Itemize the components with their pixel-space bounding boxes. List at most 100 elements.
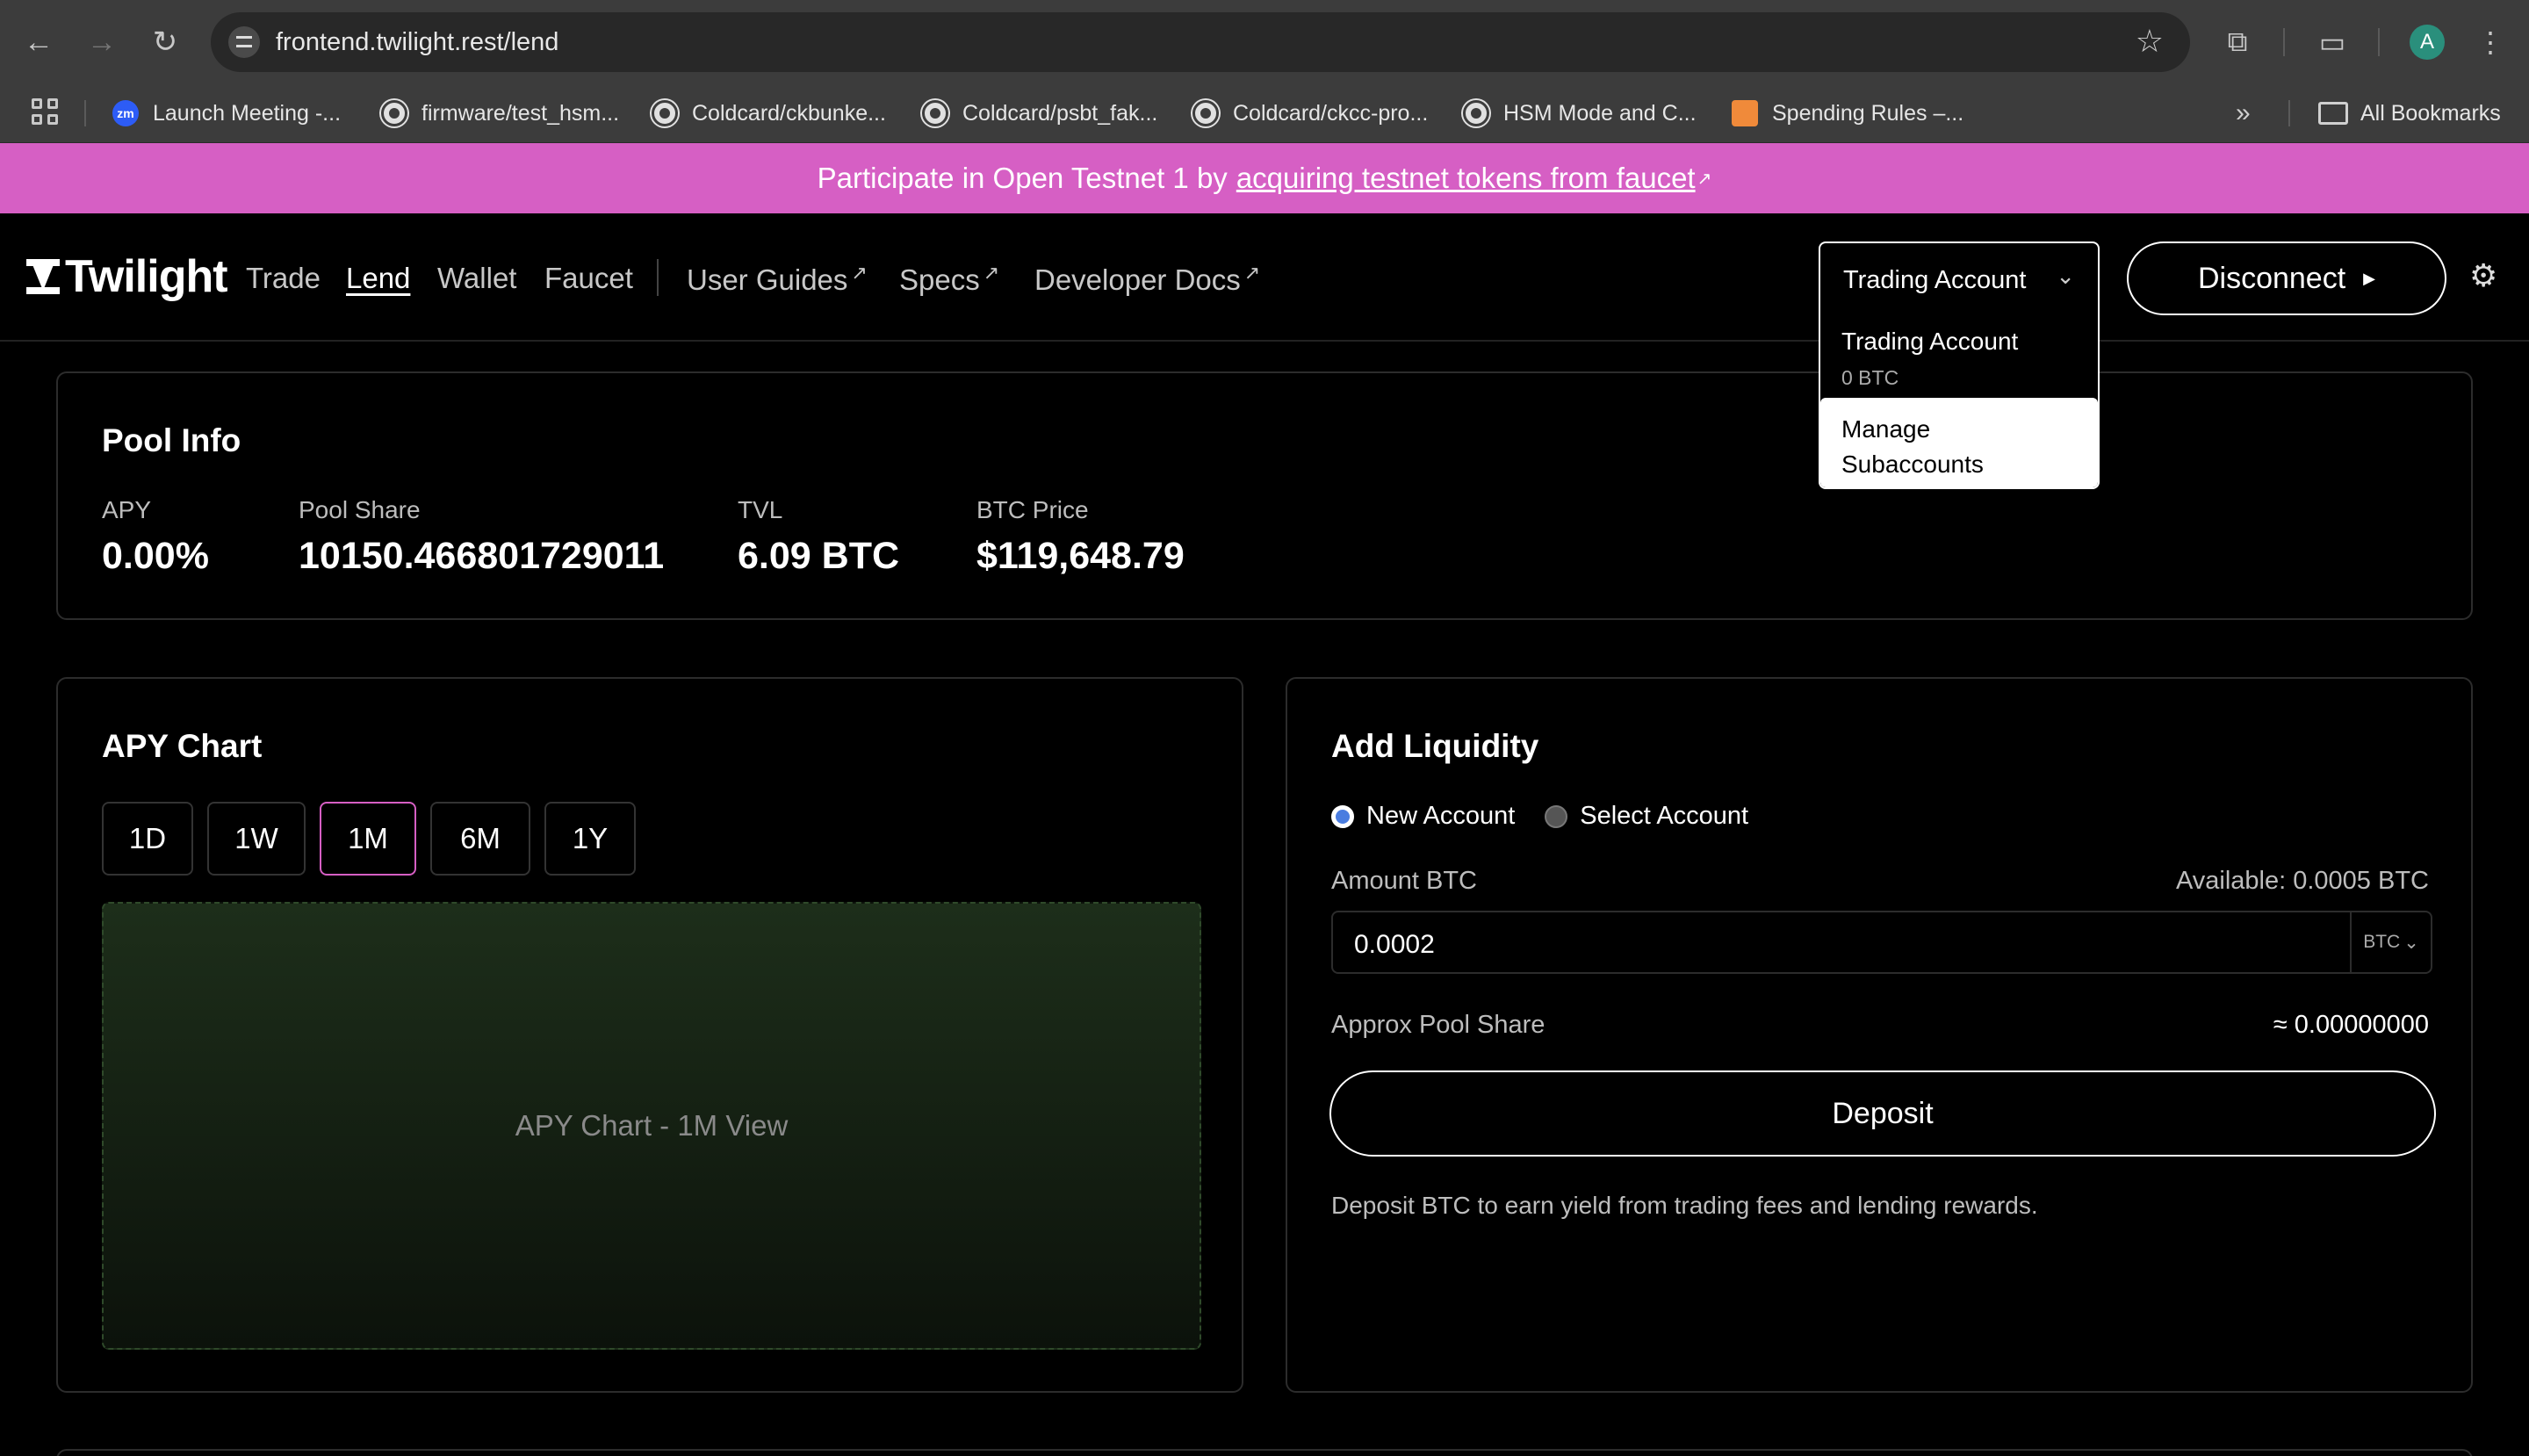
bookmark-item[interactable]: Coldcard/ckbunke... xyxy=(652,97,886,130)
add-liquidity-card: Add Liquidity New Account Select Account… xyxy=(1286,677,2473,1393)
bookmark-item[interactable]: Coldcard/ckcc-pro... xyxy=(1192,97,1428,130)
apps-grid-icon[interactable] xyxy=(32,98,60,126)
amount-label: Amount BTC xyxy=(1331,867,1477,895)
url-text: frontend.twilight.rest/lend xyxy=(276,28,559,56)
radio-new-account-label[interactable]: New Account xyxy=(1366,802,1515,831)
stat-apy: APY 0.00% xyxy=(102,496,209,578)
bookmark-label: Coldcard/ckbunke... xyxy=(692,100,886,126)
nav-lend[interactable]: Lend xyxy=(346,262,410,295)
faucet-link-label: acquiring testnet tokens from faucet xyxy=(1236,162,1696,194)
period-1w-button[interactable]: 1W xyxy=(207,802,306,876)
period-1m-button[interactable]: 1M xyxy=(320,802,416,876)
radio-select-account-label[interactable]: Select Account xyxy=(1580,802,1748,831)
external-link-icon: ↗ xyxy=(983,262,1000,284)
bookmark-label: Coldcard/psbt_fak... xyxy=(962,100,1158,126)
next-section-card xyxy=(56,1449,2473,1456)
folder-icon xyxy=(2318,102,2348,125)
stat-label: BTC Price xyxy=(976,496,1089,523)
bookmark-item[interactable]: firmware/test_hsm... xyxy=(381,97,619,130)
approx-pool-share-label: Approx Pool Share xyxy=(1331,1011,1546,1039)
nav-trade[interactable]: Trade xyxy=(246,262,321,295)
toolbar-divider xyxy=(2378,28,2380,56)
apy-chart-area: APY Chart - 1M View xyxy=(102,902,1201,1350)
menu-item-title: Trading Account xyxy=(1841,328,2019,355)
deposit-button[interactable]: Deposit xyxy=(1329,1070,2436,1157)
period-6m-button[interactable]: 6M xyxy=(430,802,530,876)
amount-input[interactable]: 0.0002 BTC ⌄ xyxy=(1331,911,2432,974)
github-icon xyxy=(1192,100,1219,126)
bookmarks-divider xyxy=(84,100,86,126)
testnet-banner: Participate in Open Testnet 1 by acquiri… xyxy=(0,143,2529,213)
extensions-icon[interactable]: ⧉ xyxy=(2215,19,2260,65)
menu-item-manage-subaccounts[interactable]: Manage Subaccounts xyxy=(1820,398,2098,487)
account-type-radio-group: New Account Select Account xyxy=(1331,802,1748,831)
chevron-down-icon: ⌄ xyxy=(2056,263,2075,289)
pool-info-title: Pool Info xyxy=(102,422,241,458)
bookmark-item[interactable]: Spending Rules –... xyxy=(1732,97,1963,130)
period-1y-button[interactable]: 1Y xyxy=(544,802,636,876)
brand-name: Twilight xyxy=(65,251,228,302)
period-1d-button[interactable]: 1D xyxy=(102,802,193,876)
faucet-link[interactable]: acquiring testnet tokens from faucet xyxy=(1236,162,1696,195)
all-bookmarks[interactable]: All Bookmarks xyxy=(2318,97,2501,130)
bookmark-item[interactable]: zm Launch Meeting -... xyxy=(112,97,341,130)
nav-user-guides[interactable]: User Guides ↗ xyxy=(687,262,868,297)
nav-specs-label: Specs xyxy=(899,263,980,296)
reload-icon[interactable]: ↻ xyxy=(142,19,188,65)
nav-developer-docs[interactable]: Developer Docs ↗ xyxy=(1034,262,1260,297)
account-select-value: Trading Account xyxy=(1843,266,2027,294)
disconnect-label: Disconnect xyxy=(2197,261,2346,295)
forward-icon[interactable]: → xyxy=(79,19,125,65)
bookmark-label: firmware/test_hsm... xyxy=(422,100,620,126)
stat-label: APY xyxy=(102,496,152,523)
deposit-help-text: Deposit BTC to earn yield from trading f… xyxy=(1331,1192,2038,1219)
bookmark-item[interactable]: Coldcard/psbt_fak... xyxy=(922,97,1157,130)
bookmark-label: Coldcard/ckcc-pro... xyxy=(1233,100,1429,126)
github-icon xyxy=(1463,100,1489,126)
radio-select-account[interactable] xyxy=(1545,804,1568,828)
unit-select[interactable]: BTC ⌄ xyxy=(2350,912,2431,972)
caret-right-icon: ▶ xyxy=(2363,269,2376,287)
more-menu-icon[interactable]: ⋮ xyxy=(2468,19,2513,65)
stat-value: $119,648.79 xyxy=(976,535,1185,577)
coin-icon xyxy=(1732,100,1758,126)
zoom-icon: zm xyxy=(112,100,139,126)
chevron-down-icon: ⌄ xyxy=(2403,932,2419,953)
address-bar[interactable]: frontend.twilight.rest/lend ☆ xyxy=(211,12,2190,72)
chart-placeholder-text: APY Chart - 1M View xyxy=(515,1109,789,1142)
bookmarks-divider xyxy=(2288,100,2290,126)
github-icon xyxy=(922,100,948,126)
chevron-double-right-icon[interactable]: » xyxy=(2236,98,2251,128)
account-select[interactable]: Trading Account ⌄ xyxy=(1819,241,2100,315)
gear-icon[interactable]: ⚙ xyxy=(2469,257,2497,294)
nav-wallet[interactable]: Wallet xyxy=(437,262,516,295)
site-settings-icon[interactable] xyxy=(228,26,260,58)
bookmark-star-icon[interactable]: ☆ xyxy=(2136,23,2164,60)
all-bookmarks-label: All Bookmarks xyxy=(2360,100,2501,126)
apy-chart-card: APY Chart 1D 1W 1M 6M 1Y APY Chart - 1M … xyxy=(56,677,1243,1393)
bookmark-item[interactable]: HSM Mode and C... xyxy=(1463,97,1697,130)
bookmark-label: Spending Rules –... xyxy=(1772,100,1964,126)
cast-search-icon[interactable]: ▭ xyxy=(2309,19,2355,65)
back-icon[interactable]: ← xyxy=(16,19,61,65)
external-link-icon: ↗ xyxy=(1697,169,1712,189)
radio-new-account[interactable] xyxy=(1331,804,1354,828)
twilight-logo-icon xyxy=(26,259,60,294)
stat-pool-share: Pool Share 10150.466801729011 xyxy=(299,496,664,578)
profile-avatar[interactable]: A xyxy=(2410,25,2445,60)
bookmark-label: HSM Mode and C... xyxy=(1503,100,1697,126)
nav-faucet[interactable]: Faucet xyxy=(544,262,633,295)
nav-specs[interactable]: Specs ↗ xyxy=(899,262,999,297)
bookmarks-bar: zm Launch Meeting -... firmware/test_hsm… xyxy=(0,84,2529,143)
browser-chrome: ← → ↻ frontend.twilight.rest/lend ☆ ⧉ ▭ … xyxy=(0,0,2529,143)
nav-divider xyxy=(657,259,659,296)
approx-pool-share-value: ≈ 0.00000000 xyxy=(2273,1011,2429,1039)
available-balance: Available: 0.0005 BTC xyxy=(2175,867,2429,895)
disconnect-button[interactable]: Disconnect ▶ xyxy=(2127,241,2446,315)
brand-logo[interactable]: Twilight xyxy=(26,250,228,303)
nav-user-guides-label: User Guides xyxy=(687,263,848,296)
menu-item-trading-account[interactable]: Trading Account 0 BTC xyxy=(1820,315,2098,398)
stat-value: 6.09 BTC xyxy=(738,535,900,577)
github-icon xyxy=(381,100,407,126)
unit-select-value: BTC xyxy=(2363,932,2401,952)
